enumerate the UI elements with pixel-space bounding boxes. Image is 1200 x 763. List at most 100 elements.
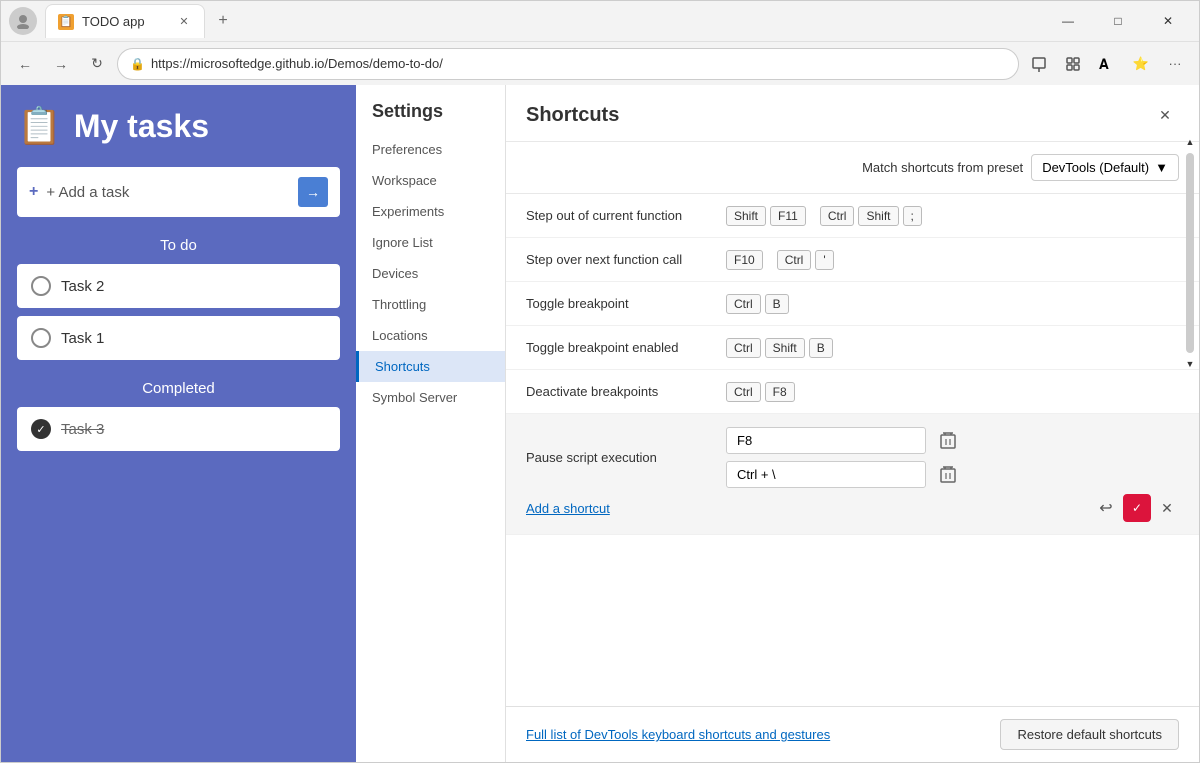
back-button[interactable]: ← xyxy=(9,48,41,80)
settings-nav-symbol-server[interactable]: Symbol Server xyxy=(356,382,505,413)
add-task-row[interactable]: + + Add a task → xyxy=(17,167,340,217)
share-button[interactable] xyxy=(1023,48,1055,80)
settings-nav-ignore-list[interactable]: Ignore List xyxy=(356,227,505,258)
completed-task-text: Task 3 xyxy=(61,421,104,438)
active-tab[interactable]: 📋 TODO app ✕ xyxy=(45,4,205,38)
settings-nav-shortcuts[interactable]: Shortcuts xyxy=(356,351,505,382)
maximize-button[interactable]: □ xyxy=(1095,6,1141,36)
settings-nav-preferences[interactable]: Preferences xyxy=(356,134,505,165)
todo-sidebar: 📋 My tasks + + Add a task → To do Task 2… xyxy=(1,85,356,762)
preset-row: Match shortcuts from preset DevTools (De… xyxy=(506,142,1199,194)
tab-bar: 📋 TODO app ✕ + xyxy=(45,4,1037,38)
editing-input-row-2 xyxy=(726,460,1179,488)
editing-action-buttons: ↩ ✓ ✕ xyxy=(1093,494,1179,522)
settings-nav-devices[interactable]: Devices xyxy=(356,258,505,289)
browser-window: 📋 TODO app ✕ + — □ ✕ ← → ↻ 🔒 https://mic… xyxy=(0,0,1200,763)
add-task-arrow-button[interactable]: → xyxy=(298,177,328,207)
shortcut-row: Toggle breakpoint enabled Ctrl Shift B xyxy=(506,326,1199,370)
add-task-plus: + xyxy=(29,183,38,201)
shortcut-name: Deactivate breakpoints xyxy=(526,384,726,399)
favorites-button[interactable]: ⭐ xyxy=(1125,48,1157,80)
close-button[interactable]: ✕ xyxy=(1145,6,1191,36)
shortcut-name: Toggle breakpoint enabled xyxy=(526,340,726,355)
address-bar[interactable]: 🔒 https://microsoftedge.github.io/Demos/… xyxy=(117,48,1019,80)
key-badge: B xyxy=(809,338,833,358)
shortcut-input-1[interactable] xyxy=(726,427,926,454)
key-badge: F8 xyxy=(765,382,795,402)
forward-button[interactable]: → xyxy=(45,48,77,80)
editing-input-row-1 xyxy=(726,426,1179,454)
key-badge: ' xyxy=(815,250,833,270)
editing-row-top: Pause script execution xyxy=(526,426,1179,488)
window-controls: — □ ✕ xyxy=(1045,6,1191,36)
keyboard-shortcuts-link[interactable]: Full list of DevTools keyboard shortcuts… xyxy=(526,727,830,742)
shortcuts-close-button[interactable]: ✕ xyxy=(1151,101,1179,129)
key-badge: Shift xyxy=(858,206,898,226)
task-checkbox[interactable] xyxy=(31,276,51,296)
key-badge: Ctrl xyxy=(820,206,855,226)
shortcut-row: Toggle breakpoint Ctrl B xyxy=(506,282,1199,326)
settings-nav-workspace[interactable]: Workspace xyxy=(356,165,505,196)
cancel-edit-button[interactable]: ✕ xyxy=(1155,496,1179,520)
tab-favicon: 📋 xyxy=(58,14,74,30)
scroll-up-arrow[interactable]: ▲ xyxy=(1183,135,1197,149)
key-badge: Ctrl xyxy=(726,294,761,314)
completed-task-item[interactable]: ✓ Task 3 xyxy=(17,407,340,451)
key-group: Ctrl ' xyxy=(777,250,834,270)
delete-shortcut-button-1[interactable] xyxy=(934,426,962,454)
shortcut-row: Deactivate breakpoints Ctrl F8 xyxy=(506,370,1199,414)
refresh-button[interactable]: ↻ xyxy=(81,48,113,80)
settings-nav: Settings Preferences Workspace Experimen… xyxy=(356,85,506,762)
confirm-button[interactable]: ✓ xyxy=(1123,494,1151,522)
todo-icon: 📋 xyxy=(17,105,62,147)
scroll-down-arrow[interactable]: ▼ xyxy=(1183,357,1197,371)
lock-icon: 🔒 xyxy=(130,57,145,71)
delete-shortcut-button-2[interactable] xyxy=(934,460,962,488)
key-badge: F11 xyxy=(770,206,806,226)
task-check-icon[interactable]: ✓ xyxy=(31,419,51,439)
svg-text:𝐀: 𝐀 xyxy=(1099,56,1109,72)
shortcuts-header: Shortcuts ✕ xyxy=(506,85,1199,142)
tab-close-button[interactable]: ✕ xyxy=(176,14,192,30)
key-badge: Ctrl xyxy=(726,338,761,358)
task-checkbox[interactable] xyxy=(31,328,51,348)
todo-header: 📋 My tasks xyxy=(17,105,340,147)
new-tab-button[interactable]: + xyxy=(209,7,237,35)
task-item[interactable]: Task 1 xyxy=(17,316,340,360)
shortcut-input-2[interactable] xyxy=(726,461,926,488)
settings-panel: Settings Preferences Workspace Experimen… xyxy=(356,85,1199,762)
task-item[interactable]: Task 2 xyxy=(17,264,340,308)
collections-button[interactable] xyxy=(1057,48,1089,80)
task-text: Task 2 xyxy=(61,278,104,295)
minimize-button[interactable]: — xyxy=(1045,6,1091,36)
scroll-arrows: ▲ ▼ xyxy=(1183,135,1197,371)
address-text: https://microsoftedge.github.io/Demos/de… xyxy=(151,56,1006,71)
settings-nav-throttling[interactable]: Throttling xyxy=(356,289,505,320)
shortcuts-list: Step out of current function Shift F11 C… xyxy=(506,194,1199,706)
completed-section-title: Completed xyxy=(17,380,340,397)
key-badge: ; xyxy=(903,206,922,226)
add-task-text: + Add a task xyxy=(46,184,290,201)
shortcut-keys: Ctrl Shift B xyxy=(726,338,1179,358)
shortcut-name: Step over next function call xyxy=(526,252,726,267)
nav-actions: 𝐀 ⭐ ··· xyxy=(1023,48,1191,80)
shortcuts-page-title: Shortcuts xyxy=(526,104,619,127)
more-button[interactable]: ··· xyxy=(1159,48,1191,80)
scrollbar-thumb[interactable] xyxy=(1186,153,1194,353)
undo-button[interactable]: ↩ xyxy=(1093,495,1119,521)
settings-nav-locations[interactable]: Locations xyxy=(356,320,505,351)
editing-inputs xyxy=(726,426,1179,488)
nav-bar: ← → ↻ 🔒 https://microsoftedge.github.io/… xyxy=(1,41,1199,85)
profile-icon[interactable] xyxy=(9,7,37,35)
key-badge: Ctrl xyxy=(726,382,761,402)
task-text: Task 1 xyxy=(61,330,104,347)
shortcut-keys: F10 Ctrl ' xyxy=(726,250,1179,270)
add-shortcut-link[interactable]: Add a shortcut xyxy=(526,495,610,522)
settings-nav-experiments[interactable]: Experiments xyxy=(356,196,505,227)
key-badge: F10 xyxy=(726,250,763,270)
restore-defaults-button[interactable]: Restore default shortcuts xyxy=(1000,719,1179,750)
shortcut-row-editing: Pause script execution xyxy=(506,414,1199,535)
key-badge: Ctrl xyxy=(777,250,812,270)
preset-select[interactable]: DevTools (Default) ▼ xyxy=(1031,154,1179,181)
read-aloud-button[interactable]: 𝐀 xyxy=(1091,48,1123,80)
